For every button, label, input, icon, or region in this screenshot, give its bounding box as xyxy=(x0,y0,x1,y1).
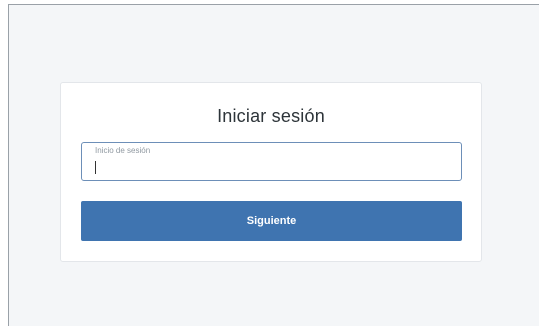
login-input[interactable] xyxy=(94,158,449,176)
text-caret xyxy=(95,161,96,174)
login-field[interactable]: Inicio de sesión xyxy=(81,142,462,181)
next-button[interactable]: Siguiente xyxy=(81,201,462,241)
page-background: Iniciar sesión Inicio de sesión Siguient… xyxy=(8,4,539,326)
page-title: Iniciar sesión xyxy=(217,106,325,126)
login-card: Iniciar sesión Inicio de sesión Siguient… xyxy=(60,82,482,262)
login-field-label: Inicio de sesión xyxy=(95,146,151,155)
